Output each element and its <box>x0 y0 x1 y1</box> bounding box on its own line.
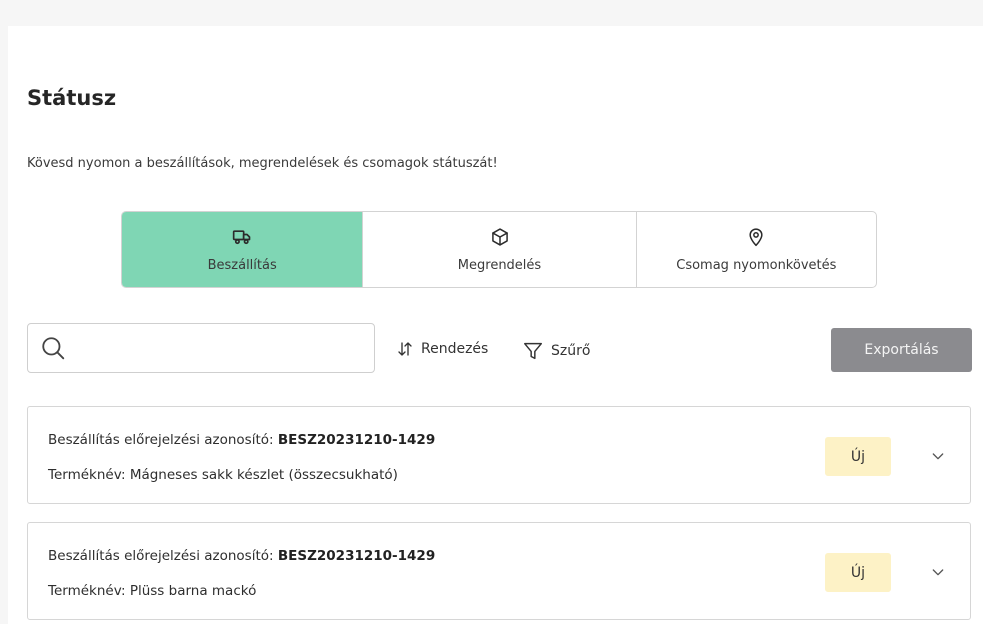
shipment-id-line: Beszállítás előrejelzési azonosító: BESZ… <box>48 432 435 448</box>
shipment-id-value: BESZ20231210-1429 <box>277 432 436 448</box>
tab-csomag-nyomonkovetes[interactable]: Csomag nyomonkövetés <box>637 212 876 287</box>
product-name-line: Terméknév: Mágneses sakk készlet (összec… <box>48 467 398 483</box>
top-bar <box>0 0 983 26</box>
status-tabs: Beszállítás Megrendelés Csomag nyomonköv… <box>121 211 877 288</box>
shipment-id-line: Beszállítás előrejelzési azonosító: BESZ… <box>48 548 435 564</box>
left-rail <box>0 26 8 624</box>
truck-icon <box>233 229 251 244</box>
shipment-id-label: Beszállítás előrejelzési azonosító: <box>48 548 274 564</box>
location-pin-icon <box>749 227 763 246</box>
search-icon <box>42 337 65 360</box>
tab-label: Csomag nyomonkövetés <box>676 257 837 273</box>
shipment-id-value: BESZ20231210-1429 <box>277 548 436 564</box>
tab-megrendeles[interactable]: Megrendelés <box>363 212 637 287</box>
list-item[interactable]: Beszállítás előrejelzési azonosító: BESZ… <box>27 522 971 620</box>
search-input[interactable] <box>74 339 374 357</box>
search-box <box>27 323 375 373</box>
filter-button[interactable]: Szűrő <box>522 340 590 362</box>
filter-icon <box>524 342 542 360</box>
page-subtitle: Kövesd nyomon a beszállítások, megrendel… <box>27 156 498 171</box>
tab-label: Megrendelés <box>457 257 542 273</box>
page-title: Státusz <box>27 86 117 110</box>
status-badge: Új <box>825 553 891 592</box>
chevron-down-icon[interactable] <box>930 564 946 580</box>
filter-label: Szűrő <box>551 343 591 359</box>
product-name-value: Plüss barna mackó <box>129 583 257 599</box>
box-icon <box>491 227 508 246</box>
shipment-id-label: Beszállítás előrejelzési azonosító: <box>48 432 274 448</box>
product-name-line: Terméknév: Plüss barna mackó <box>48 583 256 599</box>
sort-arrows-icon <box>398 342 412 356</box>
sort-label: Rendezés <box>421 341 489 357</box>
product-name-value: Mágneses sakk készlet (összecsukható) <box>129 467 398 483</box>
product-name-label: Terméknév: <box>48 467 126 483</box>
tab-label: Beszállítás <box>207 257 277 273</box>
export-button[interactable]: Exportálás <box>831 328 972 372</box>
tab-beszallitas[interactable]: Beszállítás <box>122 212 364 287</box>
chevron-down-icon[interactable] <box>930 448 946 464</box>
list-item[interactable]: Beszállítás előrejelzési azonosító: BESZ… <box>27 406 971 504</box>
sort-button[interactable]: Rendezés <box>396 340 488 358</box>
status-badge: Új <box>825 437 891 476</box>
product-name-label: Terméknév: <box>48 583 126 599</box>
